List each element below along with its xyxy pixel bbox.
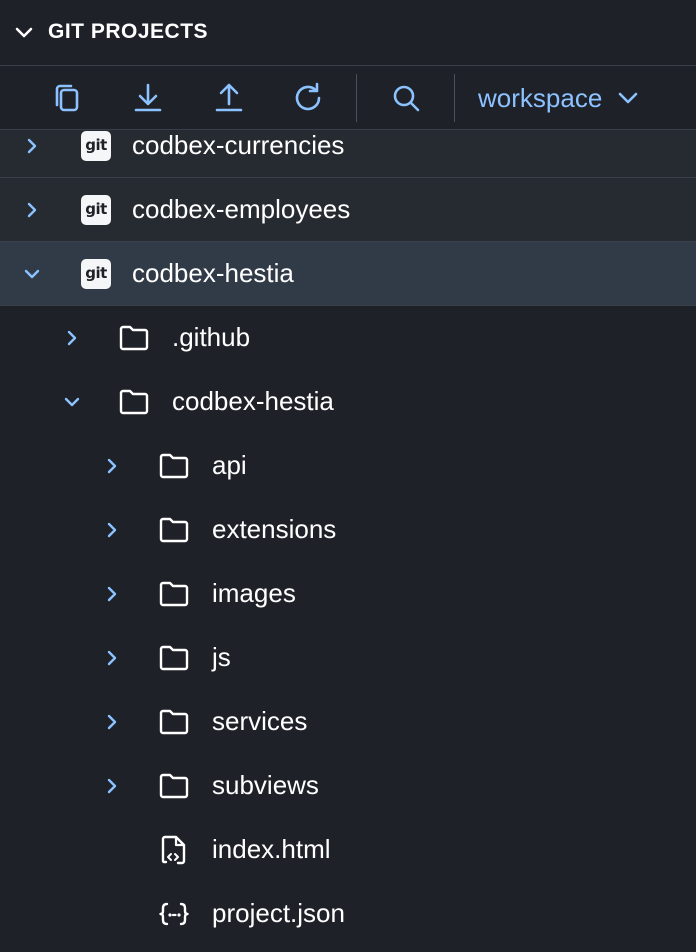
panel-title: GIT PROJECTS	[48, 20, 209, 43]
chevron-right-icon[interactable]	[22, 136, 42, 156]
search-icon	[393, 85, 420, 112]
tree-item-folder[interactable]: js	[0, 626, 696, 690]
git-icon: git	[80, 258, 112, 290]
tree-item-label: index.html	[212, 834, 331, 864]
folder-icon	[159, 517, 189, 543]
refresh-button[interactable]	[290, 80, 326, 116]
tree-item-folder[interactable]: subviews	[0, 754, 696, 818]
chevron-down-icon	[618, 92, 638, 104]
git-icon: git	[80, 194, 112, 226]
tree-item-folder[interactable]: .github	[0, 306, 696, 370]
tree-item-label: subviews	[212, 770, 319, 800]
upload-icon	[215, 83, 243, 112]
toolbar: workspace	[0, 66, 696, 130]
folder-icon	[119, 325, 149, 351]
tree-item-label: project.json	[212, 898, 345, 928]
folder-icon	[159, 645, 189, 671]
download-icon	[134, 83, 162, 112]
tree-item-label: codbex-hestia	[132, 258, 294, 288]
chevron-right-icon[interactable]	[102, 712, 122, 732]
workspace-label: workspace	[478, 82, 603, 113]
chevron-right-icon[interactable]	[22, 200, 42, 220]
chevron-down-icon[interactable]	[22, 264, 42, 284]
chevron-right-icon[interactable]	[62, 328, 82, 348]
refresh-icon	[295, 82, 321, 111]
tree-item-label: extensions	[212, 514, 337, 544]
chevron-right-icon[interactable]	[102, 456, 122, 476]
tree-item-label: images	[212, 578, 296, 608]
folder-icon	[159, 709, 189, 735]
tree-item-repo-selected[interactable]: git codbex-hestia	[0, 242, 696, 306]
tree-item-folder[interactable]: extensions	[0, 498, 696, 562]
tree-item-folder[interactable]: services	[0, 690, 696, 754]
tree-item-label: codbex-employees	[132, 194, 351, 224]
toolbar-divider	[454, 74, 455, 122]
tree-item-folder[interactable]: api	[0, 434, 696, 498]
tree-item-label: codbex-currencies	[132, 130, 345, 160]
workspace-select[interactable]: workspace	[478, 78, 640, 118]
tree-item-label: codbex-hestia	[172, 386, 334, 416]
copy-icon	[55, 84, 79, 112]
push-button[interactable]	[211, 80, 247, 116]
html-file-icon	[161, 835, 186, 865]
git-icon: git	[80, 130, 112, 162]
tree-item-label: api	[212, 450, 247, 480]
tree-item-repo[interactable]: git codbex-currencies	[0, 130, 696, 178]
tree-item-folder[interactable]: codbex-hestia	[0, 370, 696, 434]
chevron-down-icon[interactable]	[12, 20, 36, 44]
tree-item-repo[interactable]: git codbex-employees	[0, 178, 696, 242]
tree-item-file[interactable]: project.json	[0, 882, 696, 946]
chevron-down-icon[interactable]	[62, 392, 82, 412]
panel-header[interactable]: GIT PROJECTS	[0, 0, 696, 66]
toolbar-divider	[356, 74, 357, 122]
chevron-right-icon[interactable]	[102, 776, 122, 796]
pull-button[interactable]	[130, 80, 166, 116]
folder-icon	[119, 389, 149, 415]
chevron-right-icon[interactable]	[102, 648, 122, 668]
tree-item-folder[interactable]: images	[0, 562, 696, 626]
folder-icon	[159, 773, 189, 799]
tree-item-label: .github	[172, 322, 251, 352]
search-button[interactable]	[388, 80, 424, 116]
tree-item-file[interactable]: index.html	[0, 818, 696, 882]
copy-button[interactable]	[50, 80, 86, 116]
chevron-right-icon[interactable]	[102, 520, 122, 540]
tree-item-label: services	[212, 706, 308, 736]
folder-icon	[159, 581, 189, 607]
chevron-right-icon[interactable]	[102, 584, 122, 604]
folder-icon	[159, 453, 189, 479]
tree-item-label: js	[212, 642, 231, 672]
project-tree: git codbex-currencies git codbex-employe…	[0, 130, 696, 952]
json-file-icon	[159, 902, 189, 926]
